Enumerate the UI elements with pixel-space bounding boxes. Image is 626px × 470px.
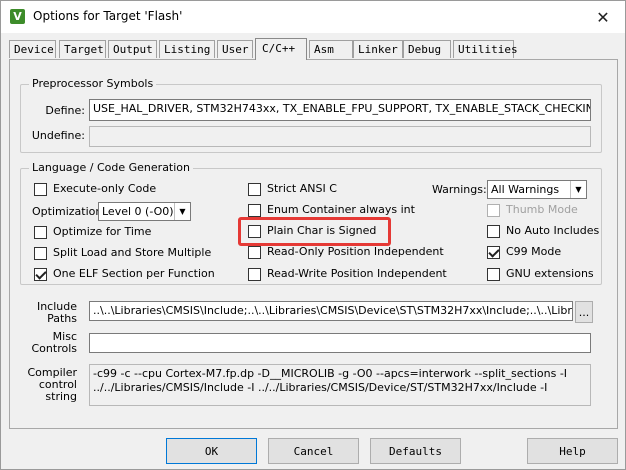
enum-container-label: Enum Container always int: [267, 203, 415, 216]
no-auto-includes-checkbox[interactable]: No Auto Includes: [487, 224, 599, 238]
compiler-control-label: Compiler control string: [21, 367, 77, 403]
plain-char-label: Plain Char is Signed: [267, 224, 377, 237]
ok-button[interactable]: OK: [166, 438, 257, 464]
include-paths-label: Include Paths: [21, 301, 77, 325]
rw-pi-box[interactable]: [248, 267, 261, 281]
cancel-button[interactable]: Cancel: [268, 438, 359, 464]
misc-controls-field[interactable]: [89, 333, 591, 353]
gnu-ext-label: GNU extensions: [506, 267, 594, 280]
misc-controls-label: Misc Controls: [21, 331, 78, 355]
rw-pi-checkbox[interactable]: Read-Write Position Independent: [248, 267, 447, 281]
tab-user[interactable]: User: [217, 40, 253, 58]
language-group-label: Language / Code Generation: [29, 161, 194, 175]
split-load-label: Split Load and Store Multiple: [53, 246, 212, 259]
undefine-label: Undefine:: [31, 129, 85, 142]
one-elf-box[interactable]: [34, 267, 47, 281]
thumb-mode-box[interactable]: [487, 203, 500, 217]
strict-ansi-box[interactable]: [248, 182, 261, 196]
define-label: Define:: [45, 104, 85, 117]
gnu-ext-checkbox[interactable]: GNU extensions: [487, 267, 594, 281]
warnings-select[interactable]: All Warnings ▼: [487, 180, 587, 199]
include-label-line2: Paths: [47, 312, 77, 325]
tab-c-cpp[interactable]: C/C++: [255, 38, 307, 60]
optimize-time-label: Optimize for Time: [53, 225, 152, 238]
ro-pi-checkbox[interactable]: Read-Only Position Independent: [248, 245, 444, 259]
split-load-box[interactable]: [34, 246, 47, 260]
undefine-field[interactable]: [89, 126, 591, 147]
include-browse-button[interactable]: ...: [575, 301, 593, 323]
enum-container-box[interactable]: [248, 203, 261, 217]
gnu-ext-box[interactable]: [487, 267, 500, 281]
split-load-checkbox[interactable]: Split Load and Store Multiple: [34, 246, 211, 260]
no-auto-includes-box[interactable]: [487, 224, 500, 238]
ro-pi-box[interactable]: [248, 245, 261, 259]
plain-char-checkbox[interactable]: Plain Char is Signed: [248, 224, 376, 238]
plain-char-box[interactable]: [248, 224, 261, 238]
compiler-label-line3: string: [45, 390, 77, 403]
window-title: Options for Target 'Flash': [33, 9, 183, 23]
close-icon[interactable]: ✕: [581, 1, 625, 33]
tab-utilities[interactable]: Utilities: [453, 40, 518, 58]
optimize-time-box[interactable]: [34, 225, 47, 239]
define-field[interactable]: USE_HAL_DRIVER, STM32H743xx, TX_ENABLE_F…: [89, 99, 591, 121]
c99-mode-label: C99 Mode: [506, 245, 562, 258]
chevron-down-icon[interactable]: ▼: [570, 181, 586, 198]
warnings-label: Warnings:: [432, 183, 487, 196]
c99-mode-checkbox[interactable]: C99 Mode: [487, 245, 561, 259]
tab-debug[interactable]: Debug: [403, 40, 451, 58]
thumb-mode-label: Thumb Mode: [506, 203, 578, 216]
tab-listing[interactable]: Listing: [159, 40, 215, 58]
tab-target[interactable]: Target: [59, 40, 106, 58]
strict-ansi-label: Strict ANSI C: [267, 182, 337, 195]
tab-asm[interactable]: Asm: [309, 40, 353, 58]
tab-device[interactable]: Device: [9, 40, 56, 58]
enum-container-checkbox[interactable]: Enum Container always int: [248, 203, 415, 217]
compiler-string-line1: -c99 -c --cpu Cortex-M7.fp.dp -D__MICROL…: [93, 367, 568, 380]
warnings-value: All Warnings: [491, 183, 560, 196]
rw-pi-label: Read-Write Position Independent: [267, 267, 447, 280]
ro-pi-label: Read-Only Position Independent: [267, 245, 444, 258]
keil-app-icon: V: [10, 9, 25, 24]
thumb-mode-checkbox[interactable]: Thumb Mode: [487, 203, 578, 217]
compiler-string-line2: ../../Libraries/CMSIS/Include -I ../../L…: [93, 381, 548, 394]
tab-linker[interactable]: Linker: [353, 40, 403, 58]
title-bar: V Options for Target 'Flash' ✕: [1, 1, 625, 33]
preprocessor-group-label: Preprocessor Symbols: [29, 77, 157, 91]
misc-label-line2: Controls: [31, 342, 78, 355]
defaults-button[interactable]: Defaults: [370, 438, 461, 464]
chevron-down-icon[interactable]: ▼: [174, 203, 190, 220]
strict-ansi-checkbox[interactable]: Strict ANSI C: [248, 182, 337, 196]
execute-only-label: Execute-only Code: [53, 182, 157, 195]
tab-output[interactable]: Output: [108, 40, 157, 58]
one-elf-label: One ELF Section per Function: [53, 267, 215, 280]
compiler-control-field[interactable]: -c99 -c --cpu Cortex-M7.fp.dp -D__MICROL…: [89, 364, 591, 406]
execute-only-checkbox[interactable]: Execute-only Code: [34, 182, 156, 196]
one-elf-checkbox[interactable]: One ELF Section per Function: [34, 267, 215, 281]
help-button[interactable]: Help: [527, 438, 618, 464]
c99-mode-box[interactable]: [487, 245, 500, 259]
optimization-value: Level 0 (-O0): [102, 205, 174, 218]
include-paths-field[interactable]: ..\..\Libraries\CMSIS\Include;..\..\Libr…: [89, 301, 573, 321]
execute-only-box[interactable]: [34, 182, 47, 196]
optimization-select[interactable]: Level 0 (-O0) ▼: [98, 202, 191, 221]
optimize-time-checkbox[interactable]: Optimize for Time: [34, 225, 151, 239]
no-auto-includes-label: No Auto Includes: [506, 224, 600, 237]
options-dialog: V Options for Target 'Flash' ✕ Device Ta…: [0, 0, 626, 470]
optimization-label: Optimization:: [32, 205, 107, 218]
